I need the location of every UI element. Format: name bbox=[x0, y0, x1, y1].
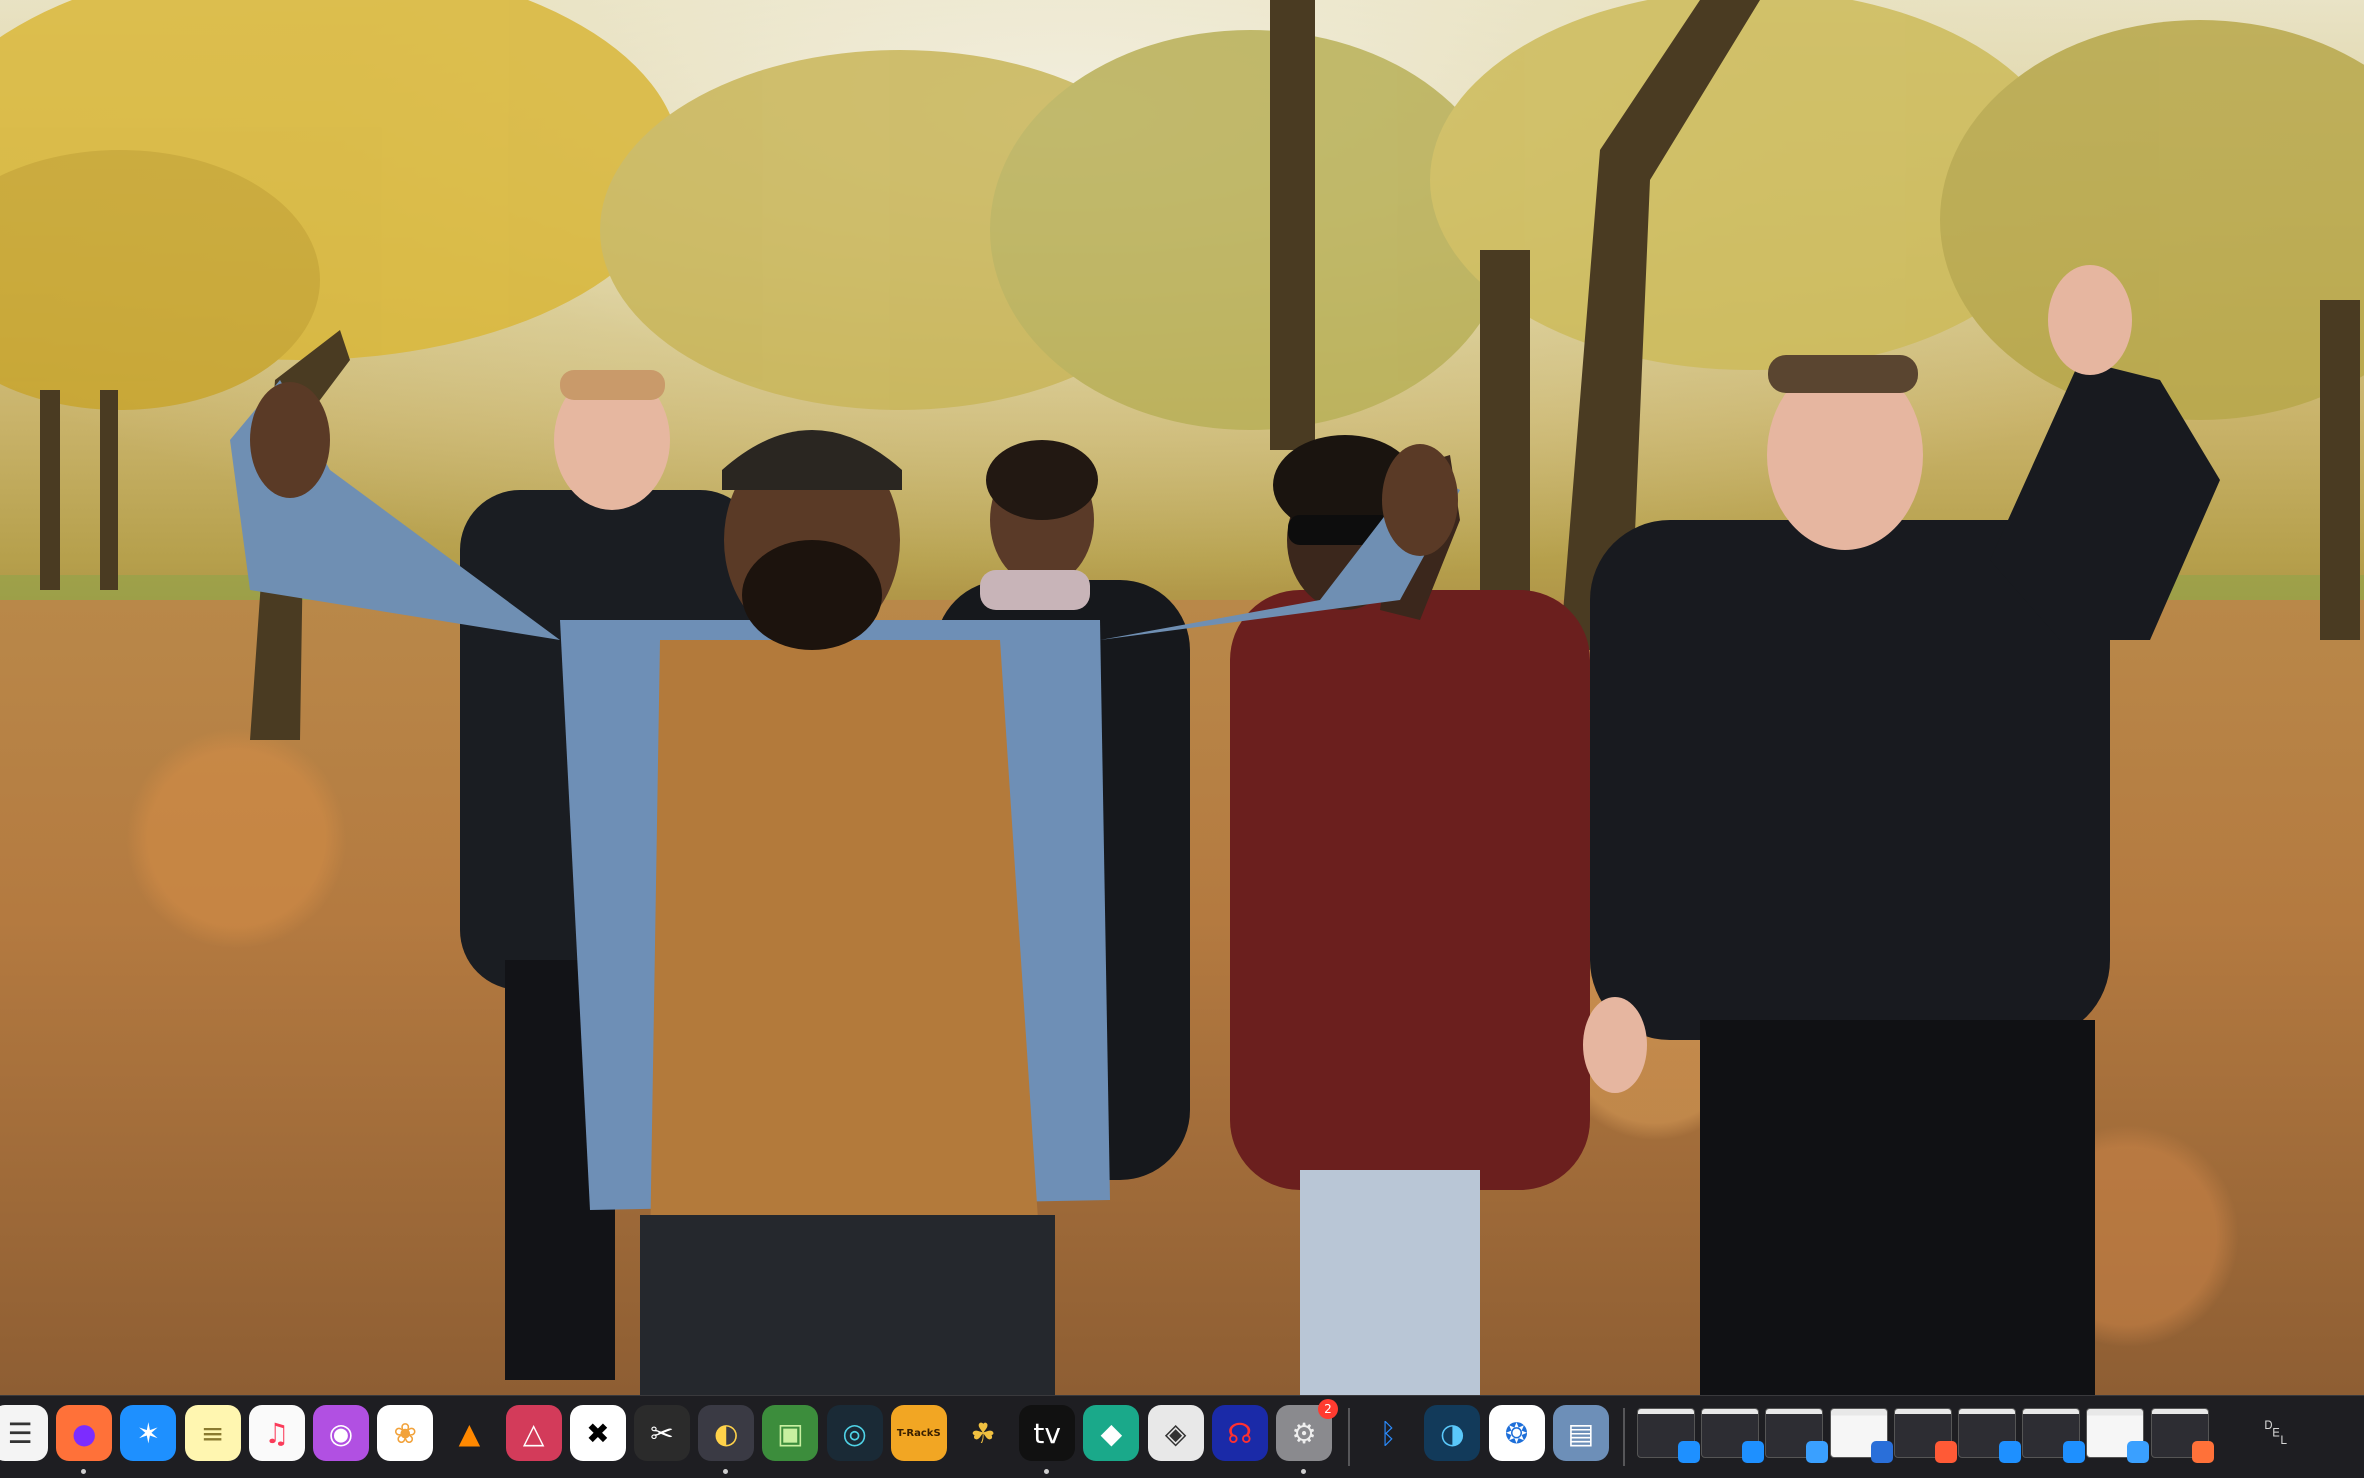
final-cut-pro-glyph: ✂ bbox=[650, 1416, 674, 1450]
minimized-window-7[interactable] bbox=[2022, 1408, 2086, 1463]
textedit-glyph: ☰ bbox=[7, 1416, 33, 1450]
running-indicator bbox=[1301, 1469, 1306, 1474]
aperture-app-icon[interactable]: ❂ bbox=[1488, 1405, 1545, 1461]
apple-tv-glyph: tv bbox=[1033, 1416, 1061, 1450]
dial-app-glyph: ◎ bbox=[842, 1416, 867, 1450]
vlc-icon[interactable]: ▲ bbox=[441, 1405, 497, 1461]
pineapple-glyph: ☘ bbox=[970, 1416, 996, 1450]
dock-separator bbox=[1348, 1408, 1351, 1466]
notification-badge: 2 bbox=[1318, 1399, 1338, 1419]
minimized-window-8[interactable] bbox=[2086, 1408, 2150, 1463]
minimized-window-6[interactable] bbox=[1958, 1408, 2021, 1463]
capcut-icon[interactable]: ✖ bbox=[569, 1405, 626, 1461]
notes-glyph: ≡ bbox=[200, 1416, 225, 1450]
minimized-window-9[interactable] bbox=[2150, 1408, 2214, 1463]
minimized-window-4[interactable] bbox=[1829, 1408, 1893, 1463]
window-app-badge-icon bbox=[2191, 1441, 2214, 1463]
cube-app-glyph: ▣ bbox=[777, 1416, 804, 1450]
t-racks-glyph: T-RackS bbox=[896, 1427, 941, 1439]
capcut-glyph: ✖ bbox=[586, 1416, 610, 1450]
notes-icon[interactable]: ≡ bbox=[184, 1405, 241, 1461]
audio-app-glyph: ☊ bbox=[1227, 1416, 1253, 1450]
sphere-app-icon[interactable]: ◑ bbox=[1424, 1405, 1481, 1461]
trash-icon[interactable]: ␡ bbox=[2248, 1405, 2304, 1461]
apple-tv-icon[interactable]: tv bbox=[1019, 1405, 1076, 1461]
bluetooth-icon[interactable]: ᛒ bbox=[1360, 1405, 1416, 1461]
photos-icon[interactable]: ❀ bbox=[377, 1405, 434, 1461]
trash-glyph: ␡ bbox=[2262, 1413, 2290, 1453]
pineapple-icon[interactable]: ☘ bbox=[955, 1405, 1011, 1461]
system-settings-icon[interactable]: ⚙ 2 bbox=[1276, 1399, 1338, 1461]
davinci-resolve-glyph: ◐ bbox=[713, 1416, 739, 1450]
minimized-window-2[interactable] bbox=[1701, 1408, 1765, 1463]
video-frame bbox=[0, 0, 2364, 1395]
dial-app-icon[interactable]: ◎ bbox=[826, 1405, 883, 1461]
podcasts-glyph: ◉ bbox=[328, 1416, 354, 1450]
filmora-glyph: ◆ bbox=[1100, 1416, 1123, 1450]
filmora-icon[interactable]: ◆ bbox=[1083, 1405, 1140, 1461]
system-settings-glyph: ⚙ bbox=[1291, 1416, 1317, 1450]
window-app-badge-icon bbox=[2063, 1441, 2086, 1463]
textedit-icon[interactable]: ☰ bbox=[0, 1405, 48, 1461]
davinci-resolve-icon[interactable]: ◐ bbox=[698, 1405, 755, 1461]
person-black-jacket-right bbox=[1583, 265, 2220, 1395]
affinity-glyph: △ bbox=[522, 1416, 545, 1450]
window-app-badge-icon bbox=[1870, 1441, 1893, 1463]
window-app-badge-icon bbox=[1999, 1441, 2021, 1463]
music-icon[interactable]: ♫ bbox=[248, 1405, 305, 1461]
preview-glyph: ▤ bbox=[1567, 1416, 1595, 1450]
window-app-badge-icon bbox=[2127, 1441, 2150, 1463]
podcasts-icon[interactable]: ◉ bbox=[313, 1405, 369, 1461]
disk-utility-icon[interactable]: ◈ bbox=[1147, 1405, 1204, 1461]
network-radar-glyph: ✶ bbox=[136, 1416, 161, 1450]
audio-app-icon[interactable]: ☊ bbox=[1211, 1405, 1268, 1461]
disk-utility-glyph: ◈ bbox=[1164, 1416, 1187, 1450]
dock-separator bbox=[1623, 1408, 1625, 1466]
window-app-badge-icon bbox=[1934, 1441, 1957, 1463]
minimized-window-3[interactable] bbox=[1765, 1408, 1829, 1463]
minimized-window-1[interactable] bbox=[1637, 1408, 1700, 1463]
firefox-icon[interactable]: ● bbox=[56, 1405, 113, 1461]
music-glyph: ♫ bbox=[264, 1416, 290, 1450]
firefox-glyph: ● bbox=[71, 1416, 97, 1450]
scene-illustration bbox=[0, 0, 2364, 1395]
vlc-glyph: ▲ bbox=[458, 1416, 481, 1450]
window-app-badge-icon bbox=[1806, 1441, 1829, 1463]
tree-canopy bbox=[0, 0, 2364, 430]
affinity-icon[interactable]: △ bbox=[505, 1405, 562, 1461]
cube-app-icon[interactable]: ▣ bbox=[762, 1405, 819, 1461]
sphere-app-glyph: ◑ bbox=[1440, 1416, 1465, 1450]
window-app-badge-icon bbox=[1742, 1441, 1765, 1463]
network-radar-icon[interactable]: ✶ bbox=[120, 1405, 177, 1461]
t-racks-icon[interactable]: T-RackS bbox=[890, 1405, 947, 1461]
photos-glyph: ❀ bbox=[393, 1416, 417, 1450]
aperture-app-glyph: ❂ bbox=[1504, 1416, 1529, 1450]
minimized-window-5[interactable] bbox=[1893, 1408, 1957, 1463]
final-cut-pro-icon[interactable]: ✂ bbox=[634, 1405, 690, 1461]
bluetooth-glyph: ᛒ bbox=[1379, 1416, 1397, 1450]
window-app-badge-icon bbox=[1678, 1441, 1700, 1463]
preview-icon[interactable]: ▤ bbox=[1552, 1405, 1609, 1461]
